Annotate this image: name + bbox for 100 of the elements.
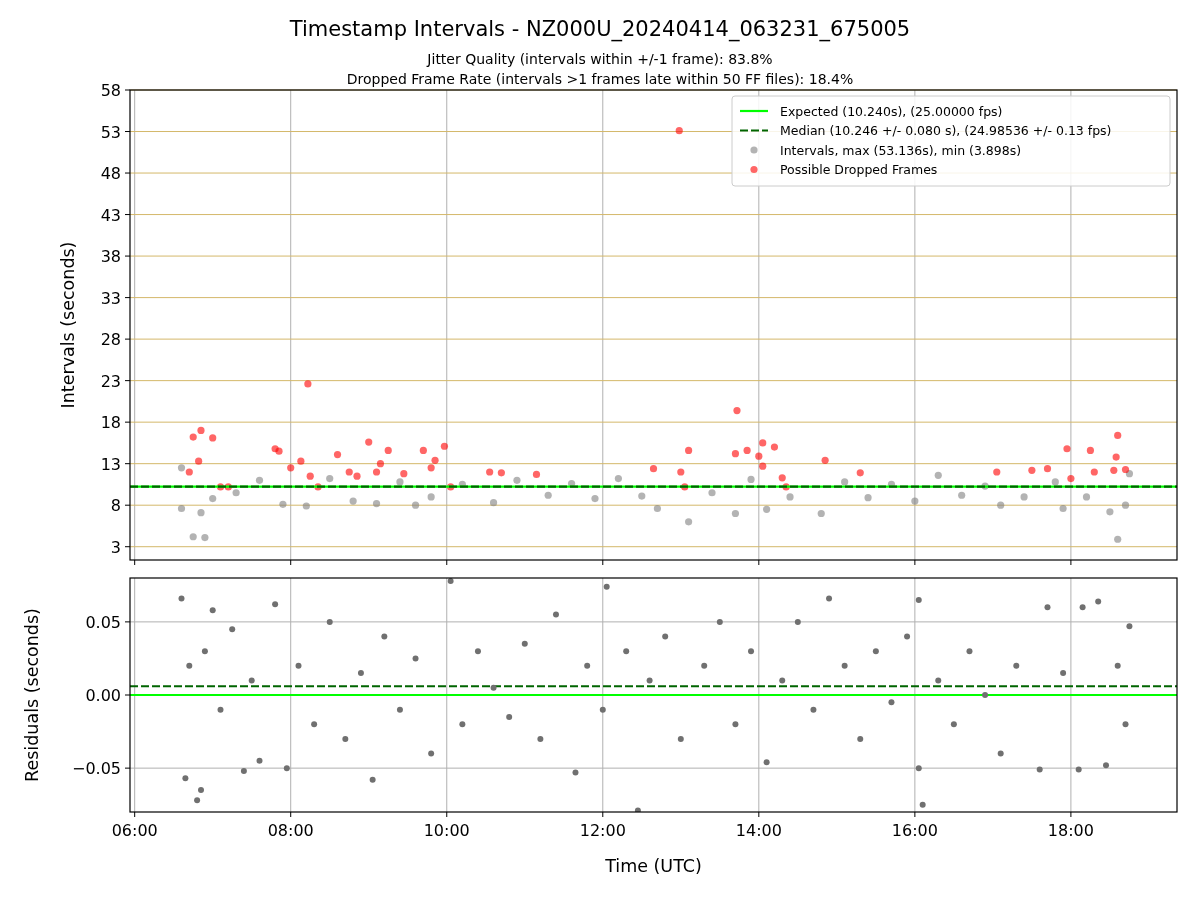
data-point <box>474 648 481 655</box>
data-point <box>1103 762 1109 769</box>
data-point <box>194 797 201 804</box>
data-point <box>1121 501 1130 509</box>
data-point <box>649 465 658 473</box>
data-point <box>731 509 739 518</box>
data-point <box>447 578 454 584</box>
data-point <box>177 504 186 513</box>
data-point <box>1114 662 1121 669</box>
data-point <box>747 475 755 484</box>
data-point <box>872 648 879 655</box>
data-point <box>794 618 801 625</box>
data-point <box>950 721 957 728</box>
tick-label: 10:00 <box>423 821 470 840</box>
data-point <box>1075 766 1082 773</box>
data-point <box>1020 493 1028 501</box>
tick-label: 16:00 <box>891 821 938 840</box>
data-point <box>197 509 205 517</box>
data-point <box>272 601 279 608</box>
data-point <box>372 499 381 508</box>
data-point <box>599 706 606 713</box>
data-point <box>646 677 653 684</box>
legend-label: Intervals, max (53.136s), min (3.898s) <box>780 142 1022 158</box>
data-point <box>384 446 392 454</box>
legend-dot-icon <box>750 165 758 174</box>
data-point <box>677 468 685 476</box>
data-point <box>1082 493 1091 501</box>
tick-label: 53 <box>100 122 121 142</box>
data-point <box>532 470 541 479</box>
axis-label: Time (UTC) <box>605 856 702 876</box>
data-point <box>638 492 646 500</box>
axis-label: Residuals (seconds) <box>22 608 42 782</box>
data-point <box>981 482 989 490</box>
data-point <box>584 662 591 669</box>
data-point <box>447 483 455 491</box>
data-point <box>701 662 708 669</box>
data-point <box>342 735 349 742</box>
legend-label: Median (10.246 +/- 0.080 s), (24.98536 +/- 0.13 fps) <box>780 123 1112 138</box>
data-point <box>427 493 435 501</box>
data-point <box>1114 535 1122 543</box>
chart-title: Timestamp Intervals - NZ000U_20240414_063231_675005 <box>289 17 911 41</box>
data-point <box>708 489 716 497</box>
data-point <box>731 450 739 458</box>
data-point <box>1013 662 1020 669</box>
data-point <box>634 807 641 812</box>
data-point <box>544 491 552 499</box>
legend-label: Possible Dropped Frames <box>780 162 938 177</box>
data-point <box>934 471 942 479</box>
tick-label: 12:00 <box>579 821 626 840</box>
legend-line-icon <box>740 109 768 113</box>
data-point <box>553 611 559 618</box>
data-point <box>915 596 922 603</box>
data-point <box>201 534 209 542</box>
data-point <box>763 505 771 513</box>
tick-label: 48 <box>100 164 121 184</box>
data-point <box>311 721 318 728</box>
data-point <box>662 633 669 640</box>
data-point <box>685 518 693 526</box>
data-point <box>1106 508 1114 516</box>
data-point <box>755 452 763 460</box>
data-point <box>248 677 255 684</box>
data-point <box>904 633 911 640</box>
data-point <box>521 640 528 647</box>
data-point <box>209 607 216 614</box>
data-point <box>958 491 966 499</box>
data-point <box>209 494 217 503</box>
tick-label: 33 <box>100 288 121 308</box>
data-point <box>732 721 739 728</box>
data-point <box>997 501 1005 509</box>
data-point <box>201 648 208 655</box>
data-point <box>623 648 630 655</box>
data-point <box>255 476 264 484</box>
data-point <box>1086 446 1094 454</box>
tick-label: 0.00 <box>85 686 121 705</box>
data-point <box>1114 431 1122 440</box>
tick-label: 43 <box>100 205 121 225</box>
data-point <box>841 662 848 669</box>
data-point <box>857 735 864 742</box>
data-point <box>993 468 1001 476</box>
data-point <box>490 684 497 691</box>
data-point <box>256 757 263 764</box>
data-point <box>365 438 373 446</box>
tick-label: 38 <box>100 247 121 267</box>
data-point <box>568 480 576 488</box>
data-point <box>178 595 185 602</box>
tick-label: 23 <box>100 371 121 391</box>
data-point <box>1063 445 1071 453</box>
data-point <box>759 462 767 470</box>
data-point <box>369 776 376 783</box>
data-point <box>396 706 403 713</box>
data-point <box>411 501 420 509</box>
data-point <box>287 464 295 472</box>
data-point <box>283 765 290 772</box>
data-point <box>821 456 829 464</box>
data-point <box>1112 453 1120 461</box>
data-point <box>1110 466 1118 474</box>
data-point <box>1044 604 1051 611</box>
tick-label: 08:00 <box>267 821 314 840</box>
tick-label: −0.05 <box>71 759 121 779</box>
data-point <box>1051 478 1059 486</box>
